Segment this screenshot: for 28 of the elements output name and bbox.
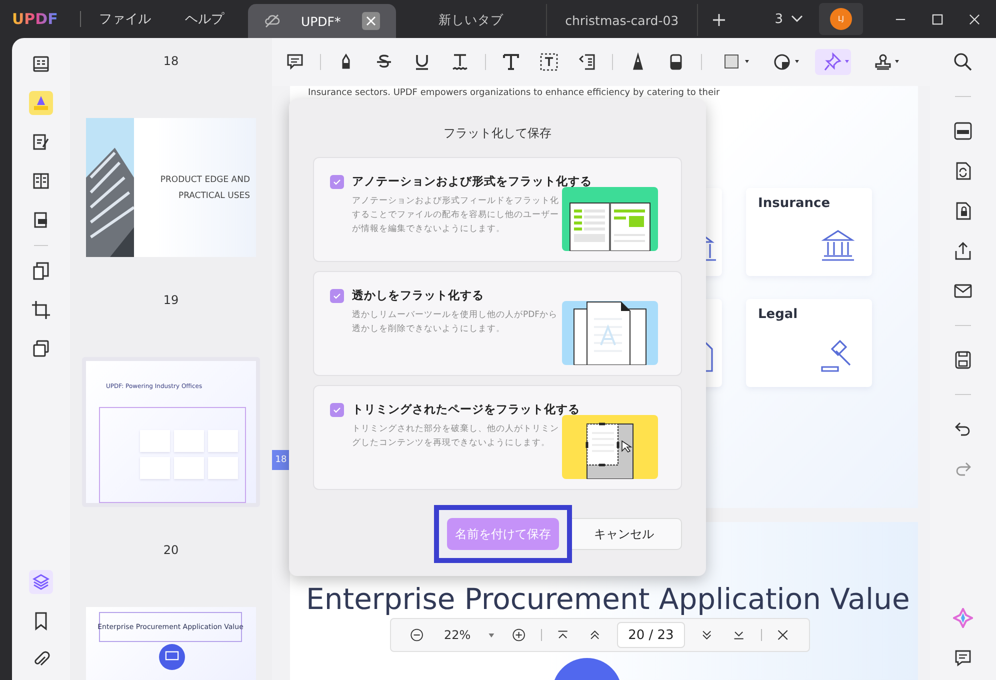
option-card[interactable]: アノテーションおよび形式をフラット化する アノテーションおよび形式フィールドをフラット化することでファイルの配布を容易にし他のユーザーが情報を編集できないようにします。 [313, 157, 682, 262]
option-title: トリミングされたページをフラット化する [352, 402, 580, 417]
card-label: Insurance [758, 196, 830, 211]
page-tag: 18 [272, 450, 290, 470]
document-tab[interactable]: christmas-card-03 [546, 4, 698, 36]
option-card[interactable]: トリミングされたページをフラット化する トリミングされた部分を破棄し、他の人がトリミングしたコンテンツを再現できないようにします。 [313, 385, 682, 490]
option-title: アノテーションおよび形式をフラット化する [352, 174, 592, 189]
option-title: 透かしをフラット化する [352, 288, 484, 303]
slide-title: PRODUCT EDGE AND PRACTICAL USES [159, 174, 250, 202]
option-description: 透かしリムーバーツールを使用し他の人がPDFから透かしを削除できないようにします。 [352, 309, 559, 336]
page-text: Insurance sectors. UPDF empowers organizations to enhance efficiency by catering to their [308, 88, 721, 98]
dialog-title: フラット化して保存 [442, 125, 552, 142]
zoom-level[interactable]: 22% [432, 628, 482, 642]
page-field[interactable]: 20 / 23 [616, 622, 686, 648]
option-description: アノテーションおよび形式フィールドをフラット化することでファイルの配布を容易にし他のユーザーが情報を編集できないようにします。 [352, 195, 560, 236]
page-thumbnail[interactable]: PRODUCT EDGE AND PRACTICAL USES [86, 118, 256, 257]
page-number: 18 [163, 54, 179, 68]
menu-item[interactable]: ヘルプ [184, 10, 224, 28]
page-number: 19 [163, 293, 179, 307]
option-description: トリミングされた部分を破棄し、他の人がトリミングしたコンテンツを再現できないようにします。 [352, 422, 560, 450]
card-label: Legal [758, 307, 798, 322]
page-heading: Enterprise Procurement Application Value [306, 582, 910, 616]
menu-item[interactable]: ファイル [98, 10, 151, 28]
option-card[interactable]: 透かしをフラット化する 透かしリムーバーツールを使用し他の人がPDFから透かしを削除できないようにします。 [313, 271, 682, 376]
page-number: 20 [163, 543, 179, 557]
window-count[interactable]: 3 [774, 12, 783, 26]
document-tab[interactable]: 新しいタブ [396, 4, 547, 36]
document-tab[interactable]: UPDF* [248, 4, 396, 38]
